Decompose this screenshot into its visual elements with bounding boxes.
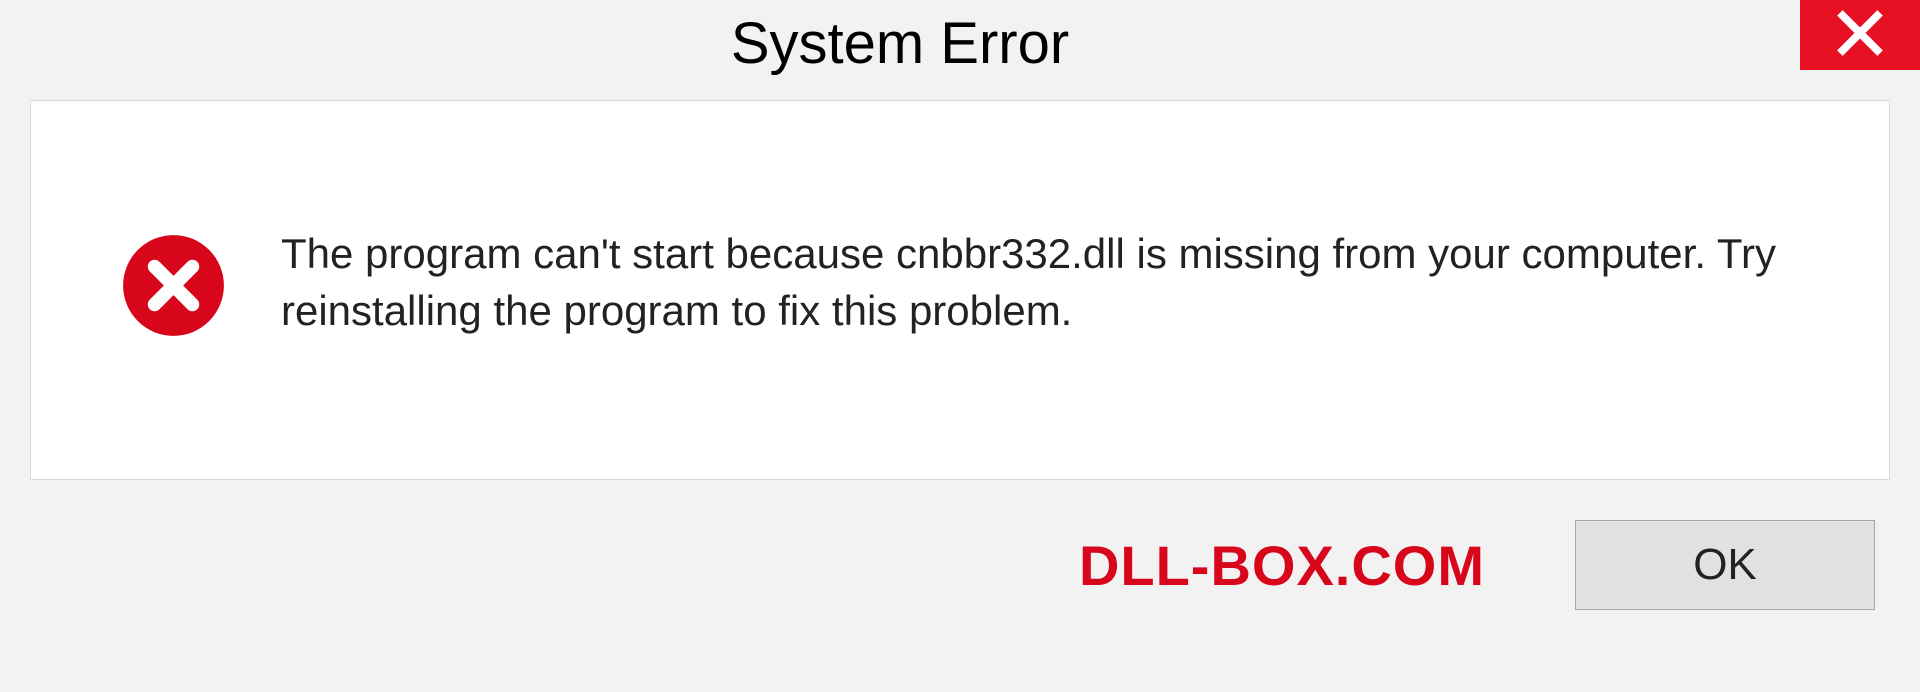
ok-button[interactable]: OK (1575, 520, 1875, 610)
dialog-content: The program can't start because cnbbr332… (30, 100, 1890, 480)
titlebar: System Error (0, 0, 1920, 95)
window-title: System Error (0, 0, 1800, 77)
dialog-footer: DLL-BOX.COM OK (0, 480, 1920, 610)
watermark-text: DLL-BOX.COM (1079, 533, 1485, 598)
close-icon (1834, 7, 1886, 64)
error-icon (121, 233, 226, 338)
error-dialog-window: System Error The program can't start bec… (0, 0, 1920, 692)
close-button[interactable] (1800, 0, 1920, 70)
error-message: The program can't start because cnbbr332… (281, 221, 1819, 339)
